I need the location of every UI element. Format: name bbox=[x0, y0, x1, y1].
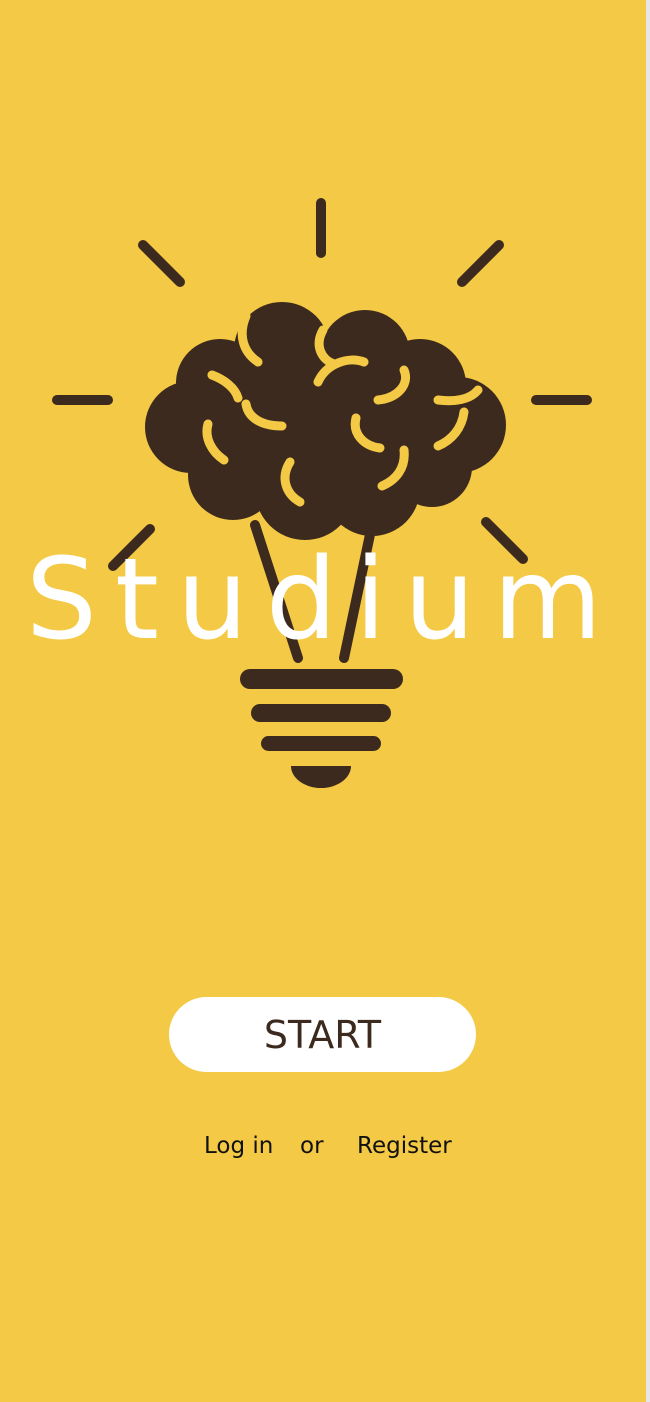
start-button[interactable]: START bbox=[169, 997, 476, 1072]
login-link[interactable]: Log in bbox=[204, 1128, 273, 1164]
or-separator: or bbox=[300, 1133, 324, 1159]
splash-screen: Studium START Log in or Register bbox=[0, 0, 646, 1402]
lightbulb-brain-icon bbox=[52, 198, 592, 788]
auth-options: Log in or Register bbox=[0, 1128, 646, 1164]
register-link[interactable]: Register bbox=[357, 1128, 452, 1164]
app-title: Studium bbox=[25, 535, 621, 665]
